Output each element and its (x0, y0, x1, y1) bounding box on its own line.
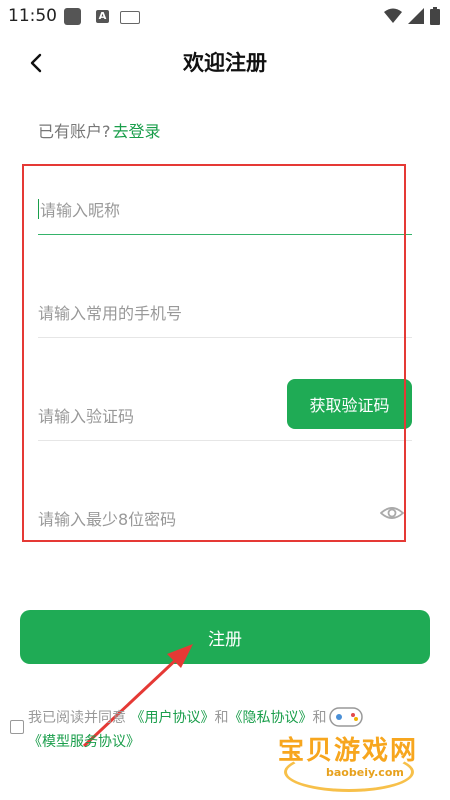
have-account-label: 已有账户? (38, 122, 111, 141)
watermark-logo: 宝贝游戏网 baobeiy.com (276, 700, 446, 792)
highlight-box (22, 164, 406, 542)
login-link[interactable]: 去登录 (113, 122, 161, 141)
watermark-url: baobeiy.com (326, 766, 404, 779)
notification-icon (64, 8, 81, 25)
status-bar: 11:50 A (0, 0, 450, 34)
status-time: 11:50 (8, 6, 57, 26)
and-label: 和 (214, 710, 229, 726)
keyboard-icon (120, 11, 140, 24)
watermark-name: 宝贝游戏网 (278, 736, 419, 766)
have-account-row: 已有账户? 去登录 (38, 118, 161, 142)
wifi-icon (384, 8, 402, 23)
signal-icon (408, 8, 424, 24)
gamepad-icon (329, 707, 363, 727)
page-title: 欢迎注册 (183, 51, 267, 75)
agree-label: 我已阅读并同意 (28, 710, 126, 726)
agree-checkbox[interactable] (10, 720, 24, 734)
keyboard-a-icon: A (96, 10, 109, 23)
user-agreement-link[interactable]: 《用户协议》 (130, 710, 214, 726)
header: 欢迎注册 (0, 40, 450, 84)
battery-icon (430, 7, 440, 25)
status-icons (384, 7, 440, 25)
register-button[interactable]: 注册 (20, 610, 430, 664)
model-service-link[interactable]: 《模型服务协议》 (28, 734, 140, 750)
